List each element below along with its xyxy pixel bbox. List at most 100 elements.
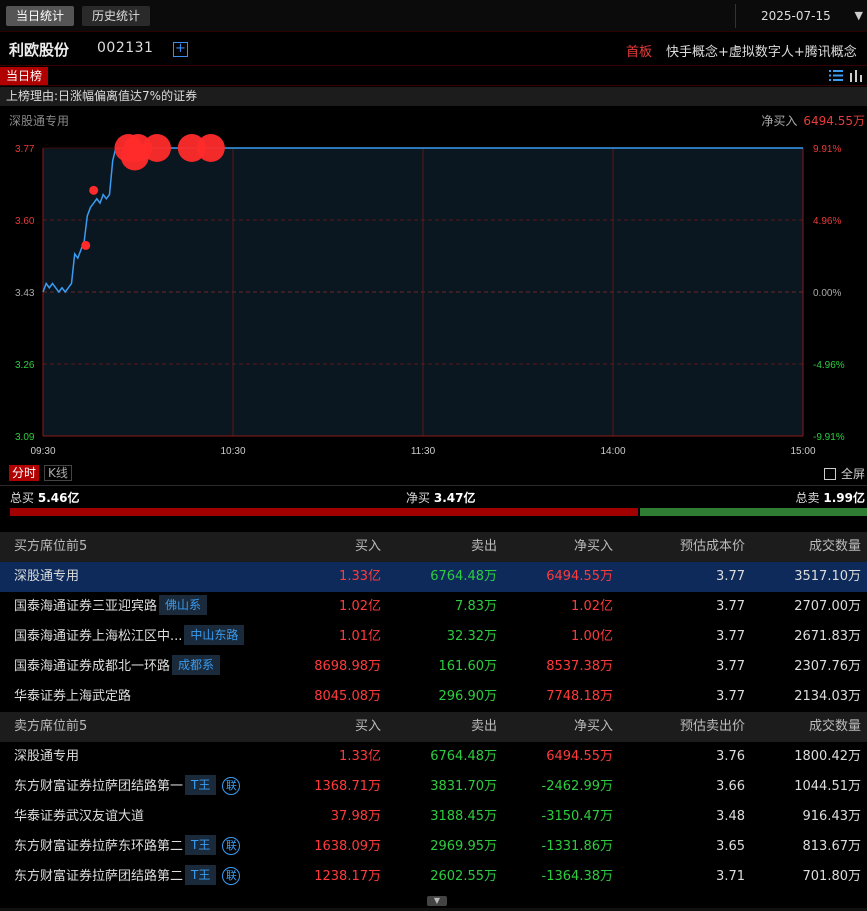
volume: 2671.83万 — [794, 629, 861, 644]
sell-amount: 6764.48万 — [430, 569, 497, 584]
seat-name: 深股通专用 — [14, 742, 79, 772]
seat-name: 东方财富证券拉萨团结路第一 T王联 — [14, 772, 241, 802]
tab-today-stats[interactable]: 当日统计 — [6, 6, 75, 26]
chevron-down-icon[interactable]: ▼ — [427, 896, 447, 906]
est-price: 3.77 — [716, 599, 745, 614]
y-tick-right: -9.91% — [813, 432, 845, 443]
seat-tag[interactable]: T王 — [185, 865, 217, 885]
total-sell: 总卖 1.99亿 — [795, 491, 865, 505]
seat-tag[interactable]: T王 — [185, 835, 217, 855]
seat-name: 华泰证券上海武定路 — [14, 682, 131, 712]
header-price[interactable]: 预估成本价 — [680, 532, 745, 562]
buy-amount: 1.33亿 — [339, 749, 381, 764]
sell-amount: 3188.45万 — [430, 809, 497, 824]
intraday-price-chart[interactable]: 3.77 9.91% 3.60 4.96% 3.43 0.00% 3.26 -4.96% 3.0… — [0, 130, 867, 460]
x-tick: 15:00 — [790, 446, 815, 457]
linked-icon[interactable]: 联 — [222, 837, 241, 855]
table-row[interactable]: 华泰证券上海武定路 8045.08万 296.90万 7748.18万 3.77 2134… — [0, 682, 867, 712]
x-tick: 09:30 — [30, 446, 55, 457]
header-volume[interactable]: 成交数量 — [809, 712, 861, 742]
fullscreen-label: 全屏 — [840, 467, 865, 481]
table-row[interactable]: 东方财富证券拉萨团结路第二 T王联 1238.17万 2602.55万 -1364.38… — [0, 862, 867, 892]
est-price: 3.77 — [716, 659, 745, 674]
sell-amount: 161.60万 — [438, 659, 498, 674]
trade-marker — [143, 134, 171, 162]
list-reason: 上榜理由:日涨幅偏离值达7%的证券 — [0, 87, 867, 106]
list-view-icon[interactable] — [829, 69, 843, 82]
header-price[interactable]: 预估卖出价 — [680, 712, 745, 742]
est-price: 3.66 — [716, 779, 745, 794]
trade-marker — [89, 185, 99, 195]
x-tick: 11:30 — [411, 446, 436, 457]
table-row[interactable]: 深股通专用 1.33亿 6764.48万 6494.55万 3.76 1800.42万 — [0, 742, 867, 772]
seat-name: 国泰海通证券三亚迎宾路 佛山系 — [14, 592, 208, 622]
header-buy[interactable]: 买入 — [355, 532, 381, 562]
tab-daily-list[interactable]: 当日榜 — [0, 67, 49, 85]
net-buy-value: 6494.55万 — [803, 114, 865, 128]
net-buy-label: 净买入 — [761, 114, 798, 128]
y-tick-right: -4.96% — [813, 360, 845, 371]
concept-tags[interactable]: 快手概念+虚拟数字人+腾讯概念 — [666, 41, 857, 60]
seat-name: 深股通专用 — [14, 562, 79, 592]
y-tick-left: 3.60 — [15, 216, 35, 227]
list-tab-row: 当日榜 — [0, 67, 867, 86]
header-volume[interactable]: 成交数量 — [809, 532, 861, 562]
header-seat: 卖方席位前5 — [14, 719, 88, 734]
seat-name-text: 深股通专用 — [14, 749, 80, 764]
board-tag: 首板 — [626, 45, 653, 60]
table-row[interactable]: 国泰海通证券上海松江区中... 中山东路 1.01亿 32.32万 1.00亿 3.77 2… — [0, 622, 867, 652]
header-net[interactable]: 净买入 — [574, 532, 613, 562]
x-tick: 14:00 — [600, 446, 625, 457]
linked-icon[interactable]: 联 — [222, 867, 241, 885]
est-price: 3.48 — [716, 809, 745, 824]
table-row[interactable]: 华泰证券武汉友谊大道 37.98万 3188.45万 -3150.47万 3.48 916… — [0, 802, 867, 832]
seat-name-text: 华泰证券武汉友谊大道 — [14, 809, 145, 824]
buy-amount: 8045.08万 — [314, 689, 381, 704]
y-tick-left: 3.43 — [15, 288, 35, 299]
seat-tag[interactable]: 成都系 — [172, 655, 221, 675]
est-price: 3.65 — [716, 839, 745, 854]
volume: 1800.42万 — [794, 749, 861, 764]
seat-name: 国泰海通证券上海松江区中... 中山东路 — [14, 622, 245, 652]
total-net: 净买 3.47亿 — [406, 491, 476, 505]
table-row[interactable]: 国泰海通证券三亚迎宾路 佛山系 1.02亿 7.83万 1.02亿 3.77 2707.00… — [0, 592, 867, 622]
date-select[interactable]: 2025-07-15 ▼ — [735, 4, 867, 28]
volume: 2307.76万 — [794, 659, 861, 674]
net-buy-summary: 净买入 6494.55万 — [761, 112, 865, 129]
fullscreen-icon — [823, 468, 836, 480]
volume: 813.67万 — [802, 839, 862, 854]
seat-name-text: 东方财富证券拉萨东环路第二 — [14, 839, 184, 854]
seat-tag[interactable]: 佛山系 — [159, 595, 208, 615]
seat-name: 东方财富证券拉萨东环路第二 T王联 — [14, 832, 241, 862]
net-amount: 6494.55万 — [546, 749, 613, 764]
table-row[interactable]: 国泰海通证券成都北一环路 成都系 8698.98万 161.60万 8537.38万 3.… — [0, 652, 867, 682]
sell-seats-table: 卖方席位前5 买入 卖出 净买入 预估卖出价 成交数量 深股通专用 1.33亿 6764.48万… — [0, 712, 867, 892]
fullscreen-button[interactable]: 全屏 — [823, 465, 865, 482]
volume: 3517.10万 — [794, 569, 861, 584]
linked-icon[interactable]: 联 — [222, 777, 241, 795]
header-sell[interactable]: 卖出 — [471, 532, 497, 562]
tab-kline[interactable]: K线 — [44, 465, 72, 481]
header-net[interactable]: 净买入 — [574, 712, 613, 742]
plus-square-icon[interactable]: + — [173, 42, 188, 57]
est-price: 3.77 — [716, 689, 745, 704]
header-buy[interactable]: 买入 — [355, 712, 381, 742]
seat-name-text: 东方财富证券拉萨团结路第一 — [14, 779, 184, 794]
seat-name-text: 深股通专用 — [14, 569, 80, 584]
sell-ratio-bar — [640, 508, 867, 516]
y-tick-right: 4.96% — [813, 216, 841, 227]
tab-intraday[interactable]: 分时 — [9, 465, 40, 481]
table-row[interactable]: 东方财富证券拉萨团结路第一 T王联 1368.71万 3831.70万 -2462.99… — [0, 772, 867, 802]
header-sell[interactable]: 卖出 — [471, 712, 497, 742]
seat-label: 深股通专用 — [9, 114, 70, 128]
bar-chart-icon[interactable] — [850, 69, 863, 82]
table-row[interactable]: 深股通专用 1.33亿 6764.48万 6494.55万 3.77 3517.10万 — [0, 562, 867, 592]
seat-tag[interactable]: 中山东路 — [184, 625, 245, 645]
tab-history-stats[interactable]: 历史统计 — [82, 6, 151, 26]
seat-name: 国泰海通证券成都北一环路 成都系 — [14, 652, 221, 682]
stock-name: 利欧股份 — [9, 41, 70, 59]
seat-tag[interactable]: T王 — [185, 775, 217, 795]
net-amount: 1.00亿 — [571, 629, 613, 644]
table-row[interactable]: 东方财富证券拉萨东环路第二 T王联 1638.09万 2969.95万 -1331.86… — [0, 832, 867, 862]
y-tick-right: 9.91% — [813, 144, 841, 155]
